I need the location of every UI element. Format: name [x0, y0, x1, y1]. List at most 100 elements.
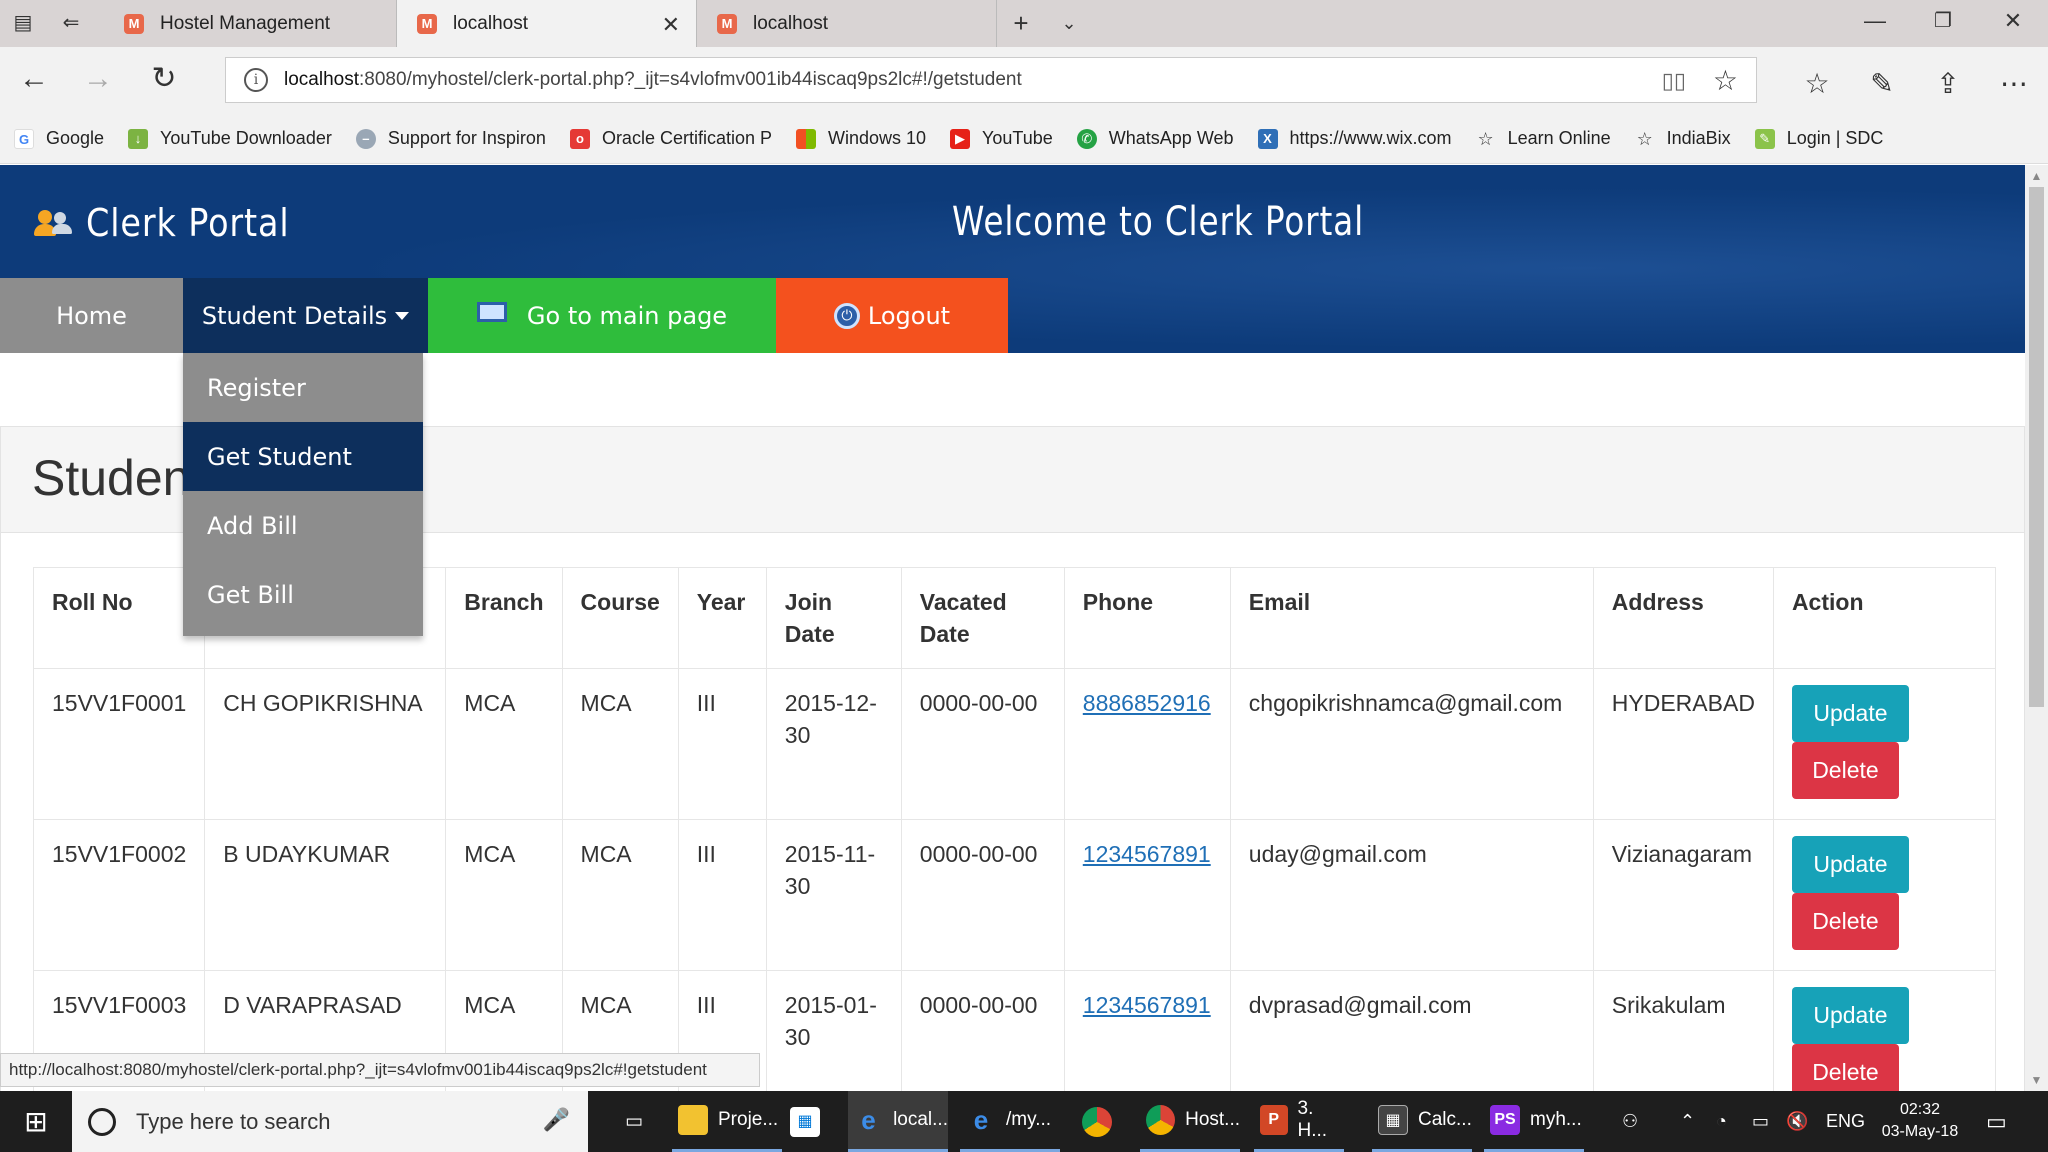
search-placeholder: Type here to search	[136, 1108, 331, 1134]
start-windows-icon[interactable]: ⊞	[0, 1091, 72, 1152]
favorite-youtube-downloader[interactable]: ↓ YouTube Downloader	[128, 128, 332, 149]
volume-muted-icon[interactable]: 🔇	[1786, 1091, 1808, 1152]
menu-item-get-student[interactable]: Get Student	[183, 422, 423, 491]
wix-icon: X	[1257, 128, 1278, 149]
language-indicator[interactable]: ENG	[1826, 1091, 1865, 1152]
tab-localhost-active[interactable]: M localhost ✕	[397, 0, 697, 47]
restore-icon[interactable]: ❐	[1928, 8, 1958, 33]
phone-link[interactable]: 1234567891	[1083, 992, 1211, 1018]
favorite-login-sdc[interactable]: ✎ Login | SDC	[1754, 128, 1883, 149]
star-icon: ☆	[1477, 128, 1494, 149]
favorite-star-icon[interactable]: ☆	[1713, 64, 1738, 97]
scroll-thumb[interactable]	[2029, 187, 2044, 707]
delete-button[interactable]: Delete	[1791, 1044, 1899, 1091]
favorite-whatsapp-web[interactable]: ✆ WhatsApp Web	[1076, 128, 1234, 149]
menu-item-register[interactable]: Register	[183, 353, 423, 422]
task-powerpoint[interactable]: P 3. H...	[1254, 1091, 1344, 1152]
favorite-support-inspiron[interactable]: – Support for Inspiron	[355, 128, 546, 149]
favorite-oracle-certification[interactable]: o Oracle Certification P	[569, 128, 772, 149]
task-hostel[interactable]: Host...	[1140, 1091, 1240, 1152]
col-year: Year	[677, 567, 767, 669]
student-table: Roll No Branch Course Year Join Date Vac…	[32, 567, 1996, 1091]
table-row: 15VV1F0002 B UDAYKUMAR MCA MCA III 2015-11-30…	[32, 819, 1996, 971]
favorite-youtube[interactable]: ▶ YouTube	[950, 128, 1053, 149]
task-chrome-icon[interactable]	[1082, 1091, 1122, 1152]
favorite-google[interactable]: G Google	[14, 128, 104, 149]
scroll-down-icon[interactable]: ▼	[2025, 1073, 2048, 1087]
task-store-icon[interactable]: ▦	[790, 1091, 830, 1152]
task-view-icon[interactable]: ▭	[604, 1091, 664, 1152]
whatsapp-icon: ✆	[1076, 128, 1097, 149]
more-icon[interactable]: ⋯	[1994, 67, 2034, 100]
microphone-icon[interactable]: 🎤	[543, 1107, 570, 1133]
share-icon[interactable]: ⇪	[1928, 67, 1968, 100]
show-hidden-icons-chevron[interactable]: ⌃	[1680, 1091, 1695, 1152]
taskbar-search[interactable]: Type here to search 🎤	[72, 1091, 588, 1152]
url-field[interactable]: i localhost:8080/myhostel/clerk-portal.p…	[225, 57, 1757, 103]
favorites-hub-icon[interactable]: ☆	[1797, 67, 1837, 100]
clock[interactable]: 02:32 03-May-18	[1870, 1099, 1970, 1143]
wifi-icon[interactable]: ◔	[1716, 1091, 1727, 1152]
cell-course: MCA	[561, 668, 679, 820]
battery-icon[interactable]: ▭	[1752, 1091, 1769, 1152]
new-tab-icon[interactable]: +	[1010, 10, 1032, 36]
phone-link[interactable]: 8886852916	[1083, 690, 1211, 716]
people-icon[interactable]: ⚇	[1622, 1091, 1638, 1152]
nav-logout[interactable]: ⏻ Logout	[776, 278, 1008, 353]
cell-email: chgopikrishnamca@gmail.com	[1229, 668, 1594, 820]
close-tab-icon[interactable]: ✕	[662, 12, 680, 38]
favorite-indiabix[interactable]: ☆ IndiaBix	[1635, 128, 1731, 149]
cell-name: CH GOPIKRISHNA	[204, 668, 447, 820]
nav-go-to-main-page[interactable]: Go to main page	[428, 278, 776, 353]
edge-icon: e	[973, 1105, 989, 1135]
update-button[interactable]: Update	[1791, 685, 1909, 742]
site-info-icon[interactable]: i	[244, 68, 268, 92]
reading-view-icon[interactable]: ▯▯	[1662, 68, 1686, 94]
cell-vacated-date: 0000-00-00	[900, 970, 1065, 1091]
cell-year: III	[677, 819, 767, 971]
cell-phone: 1234567891	[1063, 819, 1231, 971]
delete-button[interactable]: Delete	[1791, 742, 1899, 799]
cell-roll-no: 15VV1F0002	[32, 819, 206, 971]
calculator-icon: ▦	[1378, 1105, 1408, 1135]
window-icon	[476, 301, 507, 322]
task-edge-localhost[interactable]: e local...	[848, 1091, 948, 1152]
scroll-up-icon[interactable]: ▲	[2025, 169, 2048, 183]
phone-link[interactable]: 1234567891	[1083, 841, 1211, 867]
cell-branch: MCA	[445, 819, 563, 971]
menu-item-add-bill[interactable]: Add Bill	[183, 491, 423, 560]
tab-hostel-management[interactable]: M Hostel Management	[104, 0, 397, 47]
forward-icon[interactable]: →	[78, 63, 118, 95]
web-note-icon[interactable]: ✎	[1862, 67, 1902, 100]
task-phpstorm[interactable]: PS myh...	[1484, 1091, 1584, 1152]
refresh-icon[interactable]: ↻	[144, 63, 184, 95]
task-calculator[interactable]: ▦ Calc...	[1372, 1091, 1472, 1152]
favorite-learn-online[interactable]: ☆ Learn Online	[1476, 128, 1610, 149]
task-edge-myhostel[interactable]: e/my...	[960, 1091, 1060, 1152]
cortana-icon	[88, 1107, 116, 1136]
menu-item-get-bill[interactable]: Get Bill	[183, 560, 423, 629]
delete-button[interactable]: Delete	[1791, 893, 1899, 950]
tab-localhost[interactable]: M localhost	[697, 0, 997, 47]
task-projects[interactable]: Proje...	[672, 1091, 782, 1152]
window-close-icon[interactable]: ✕	[1998, 8, 2028, 34]
favorite-wix[interactable]: Xhttps://www.wix.com	[1257, 128, 1452, 149]
minimize-icon[interactable]: —	[1860, 8, 1890, 34]
update-button[interactable]: Update	[1791, 836, 1909, 893]
nav-home[interactable]: Home	[0, 278, 183, 353]
cell-address: Srikakulam	[1592, 970, 1774, 1091]
tab-actions-icon[interactable]: ▤	[12, 12, 34, 34]
cell-year: III	[677, 668, 767, 820]
brand[interactable]: Clerk Portal	[34, 201, 317, 245]
tab-preview-chevron-icon[interactable]: ⌄	[1058, 12, 1080, 34]
url-host: localhost	[284, 69, 359, 90]
page-scrollbar[interactable]: ▲ ▼	[2025, 165, 2048, 1091]
action-center-icon[interactable]: ▭	[1986, 1091, 2007, 1152]
favorite-windows-10[interactable]: Windows 10	[796, 128, 926, 149]
nav-student-details[interactable]: Student Details	[183, 278, 428, 353]
set-aside-tabs-icon[interactable]: ⇐	[60, 12, 82, 34]
update-button[interactable]: Update	[1791, 987, 1909, 1044]
cell-action: Update Delete	[1772, 668, 1996, 820]
back-icon[interactable]: ←	[14, 63, 54, 95]
cell-address: HYDERABAD	[1592, 668, 1774, 820]
